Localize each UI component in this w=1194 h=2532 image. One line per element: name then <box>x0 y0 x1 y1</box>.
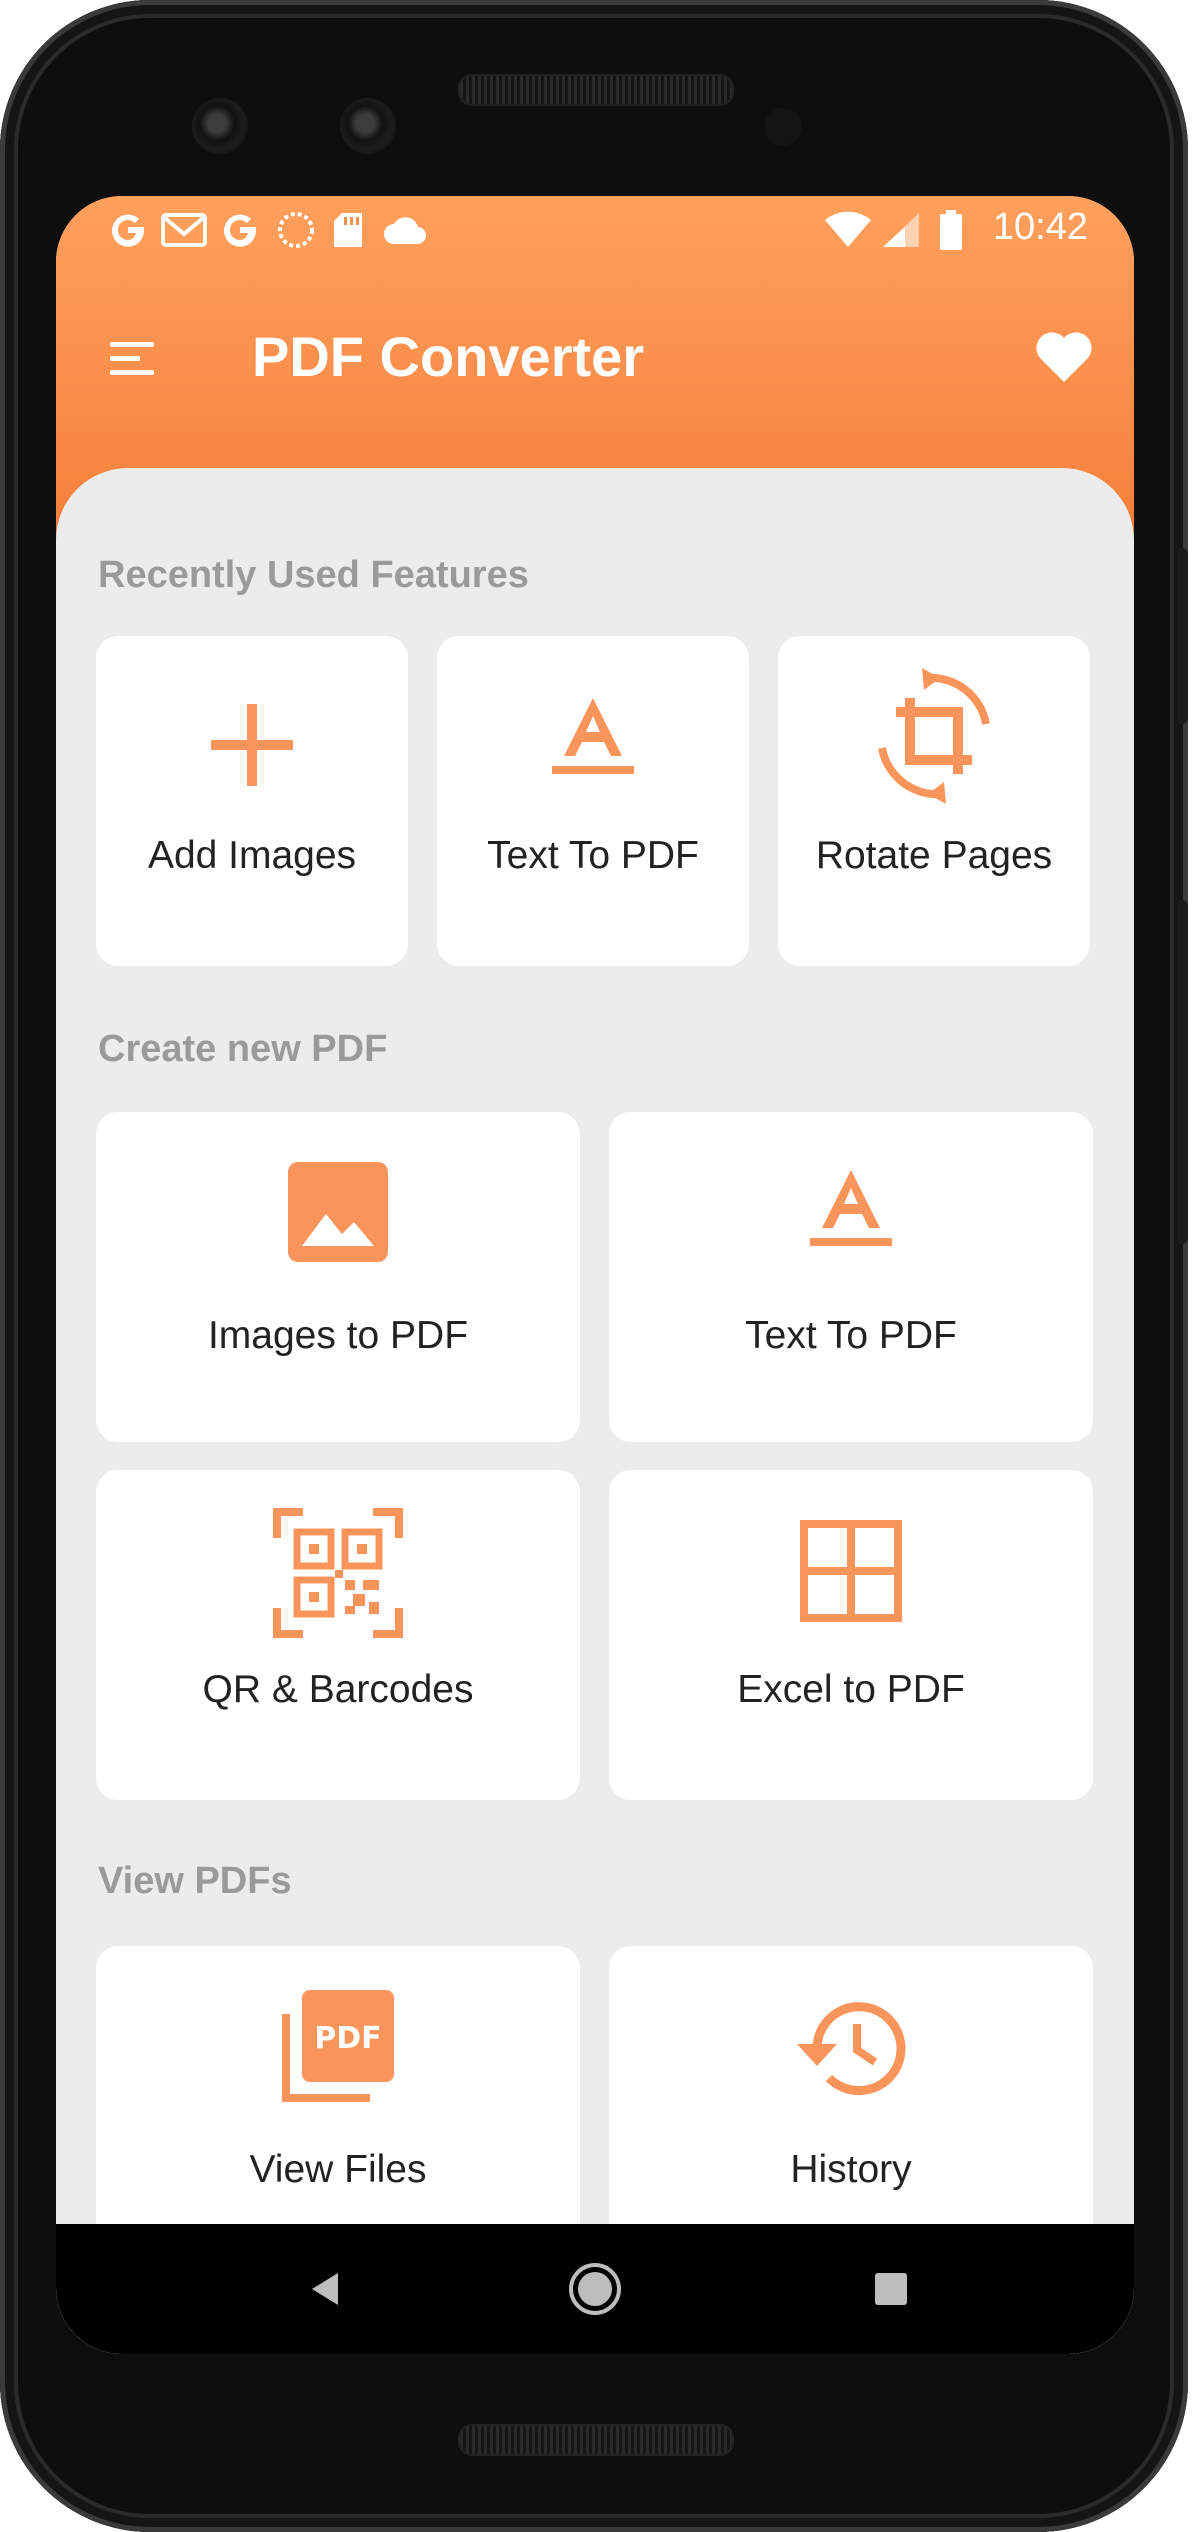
back-triangle-icon <box>312 2273 338 2305</box>
sync-icon <box>274 210 318 250</box>
card-label: Add Images <box>147 834 357 877</box>
card-label: Text To PDF <box>745 1314 957 1357</box>
phone-frame: 10:42 PDF Converter Recently Used Featur… <box>0 0 1188 2532</box>
battery-icon <box>936 210 966 250</box>
svg-text:PDF: PDF <box>314 2021 381 2056</box>
front-camera <box>192 98 248 154</box>
main-content: Recently Used Features Add Images Text T… <box>56 468 1134 2354</box>
card-label: QR & Barcodes <box>202 1668 474 1711</box>
system-nav-bar <box>56 2224 1134 2354</box>
gmail-icon <box>160 210 208 250</box>
qr-scan-icon <box>273 1508 403 1638</box>
status-time: 10:42 <box>992 206 1088 248</box>
front-camera <box>340 98 396 154</box>
wifi-icon <box>824 210 872 250</box>
text-format-icon <box>552 698 634 774</box>
card-images-to-pdf[interactable]: Images to PDF <box>96 1112 580 1442</box>
text-format-icon <box>810 1170 892 1246</box>
plus-icon <box>211 704 293 786</box>
sd-card-icon <box>328 210 368 250</box>
card-label: Excel to PDF <box>737 1668 965 1711</box>
pdf-file-icon: PDF <box>282 1990 394 2102</box>
back-button[interactable] <box>291 2254 361 2324</box>
card-text-to-pdf[interactable]: Text To PDF <box>609 1112 1093 1442</box>
menu-icon <box>110 342 154 375</box>
app-title: PDF Converter <box>252 325 645 388</box>
screen: 10:42 PDF Converter Recently Used Featur… <box>56 196 1134 2354</box>
card-label: Images to PDF <box>207 1314 469 1357</box>
card-label: Rotate Pages <box>815 834 1053 877</box>
grid-icon <box>800 1520 902 1622</box>
status-bar: 10:42 <box>56 196 1134 266</box>
section-title-create: Create new PDF <box>98 1028 388 1070</box>
proximity-sensor <box>764 108 802 146</box>
recents-button[interactable] <box>856 2254 926 2324</box>
history-icon <box>797 2002 906 2096</box>
cloud-icon <box>380 210 430 250</box>
heart-icon <box>1036 332 1092 382</box>
card-excel-to-pdf[interactable]: Excel to PDF <box>609 1470 1093 1800</box>
card-text-to-pdf-recent[interactable]: Text To PDF <box>437 636 749 966</box>
home-circle-icon <box>569 2263 621 2315</box>
card-label: History <box>790 2148 912 2191</box>
earpiece-speaker <box>458 74 734 106</box>
bottom-speaker <box>458 2424 734 2456</box>
home-button[interactable] <box>560 2254 630 2324</box>
card-add-images[interactable]: Add Images <box>96 636 408 966</box>
card-label: Text To PDF <box>487 834 699 877</box>
card-qr-barcodes[interactable]: QR & Barcodes <box>96 1470 580 1800</box>
menu-button[interactable] <box>100 326 164 390</box>
card-label: View Files <box>249 2148 427 2191</box>
power-button <box>1178 548 1188 724</box>
recents-square-icon <box>875 2273 907 2305</box>
favorite-button[interactable] <box>1032 326 1102 390</box>
volume-button <box>1178 900 1188 1244</box>
section-title-recent: Recently Used Features <box>98 554 529 596</box>
crop-rotate-icon <box>878 668 990 804</box>
card-rotate-pages[interactable]: Rotate Pages <box>778 636 1090 966</box>
google-icon <box>218 210 262 250</box>
section-title-view: View PDFs <box>98 1860 292 1902</box>
signal-icon <box>880 210 922 250</box>
image-icon <box>288 1162 388 1262</box>
google-icon <box>106 210 150 250</box>
